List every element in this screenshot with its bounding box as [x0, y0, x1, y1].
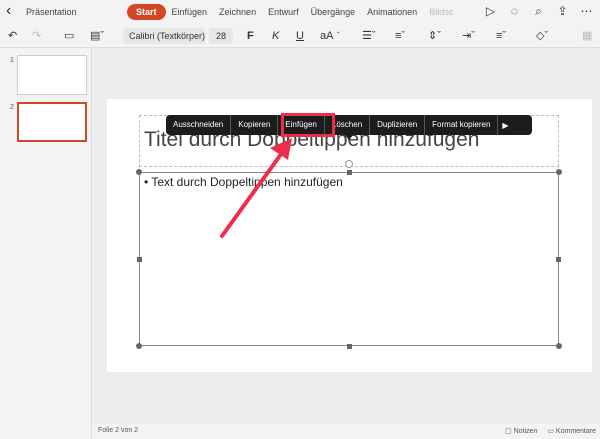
bullet-list-icon[interactable]: ☰ˇ [362, 28, 376, 44]
bold-button[interactable]: F [247, 28, 254, 44]
font-name-field[interactable]: Calibri (Textkörper) [123, 28, 205, 44]
resize-handle[interactable] [136, 343, 142, 349]
menu-more-arrow-icon[interactable]: ▶ [498, 121, 512, 130]
comments-label: Kommentare [555, 428, 596, 435]
comments-button[interactable]: ▭ Kommentare [547, 427, 596, 435]
status-actions: ▢ Notizen ▭ Kommentare [505, 427, 596, 435]
text-case-button[interactable]: aA [320, 28, 333, 44]
undo-icon[interactable]: ↶ [8, 28, 17, 44]
menu-item-format-kopieren[interactable]: Format kopieren [425, 115, 497, 135]
layout-icon[interactable]: ▤ˇ [90, 28, 104, 44]
tab-entwurf[interactable]: Entwurf [262, 4, 305, 20]
tab-einfuegen[interactable]: Einfügen [166, 4, 214, 20]
tab-bildschirm[interactable]: Bildsc [423, 4, 459, 20]
body-placeholder-text: • Text durch Doppeltippen hinzufügen [144, 175, 343, 189]
context-menu-caret [345, 135, 353, 140]
resize-handle[interactable] [136, 169, 142, 175]
slide-thumbnails: 1 2 [0, 48, 92, 439]
menu-item-kopieren[interactable]: Kopieren [231, 115, 277, 135]
highlight-box [281, 113, 335, 137]
slide-thumbnail-2[interactable] [17, 102, 87, 142]
slide-number: 2 [10, 104, 14, 111]
menu-item-duplizieren[interactable]: Duplizieren [370, 115, 424, 135]
rotate-handle[interactable] [345, 160, 353, 168]
status-bar: Folie 2 von 2 ▢ Notizen ▭ Kommentare [93, 424, 600, 439]
italic-button[interactable]: K [272, 28, 279, 44]
slide-thumbnail-1[interactable] [17, 55, 87, 95]
resize-handle[interactable] [347, 344, 352, 349]
search-icon[interactable]: ⌕ [531, 3, 546, 19]
tab-zeichnen[interactable]: Zeichnen [213, 4, 262, 20]
top-icons: ▷ ◌ ⌕ ⇪ ⋯ [483, 3, 594, 19]
line-spacing-icon[interactable]: ⇕ˇ [428, 28, 441, 44]
menu-item-ausschneiden[interactable]: Ausschneiden [166, 115, 230, 135]
notes-label: Notizen [513, 428, 538, 435]
resize-handle[interactable] [137, 257, 142, 262]
resize-handle[interactable] [347, 170, 352, 175]
context-menu: Ausschneiden Kopieren Einfügen Löschen D… [166, 115, 532, 135]
lightbulb-icon[interactable]: ◌ [507, 3, 522, 19]
more-icon[interactable]: ⋯ [579, 3, 594, 19]
new-slide-icon[interactable]: ▭ [64, 28, 74, 44]
title-bar: ‹ Präsentation Start Einfügen Zeichnen E… [0, 0, 600, 24]
tab-uebergaenge[interactable]: Übergänge [305, 4, 362, 20]
play-icon[interactable]: ▷ [483, 3, 498, 19]
resize-handle[interactable] [556, 169, 562, 175]
chevron-down-icon[interactable]: ˇ [337, 28, 340, 44]
document-title[interactable]: Präsentation [26, 7, 77, 17]
redo-icon: ↷ [32, 30, 42, 42]
indent-icon[interactable]: ⇥ˇ [462, 28, 475, 44]
resize-handle[interactable] [556, 343, 562, 349]
underline-button[interactable]: U [296, 28, 304, 44]
ribbon-tabs: Start Einfügen Zeichnen Entwurf Übergäng… [127, 4, 459, 20]
notes-button[interactable]: ▢ Notizen [505, 427, 537, 435]
body-placeholder[interactable] [139, 172, 559, 346]
tab-animationen[interactable]: Animationen [361, 4, 423, 20]
tab-start[interactable]: Start [127, 4, 166, 20]
more-tools-icon: ▦ [582, 30, 593, 42]
share-icon[interactable]: ⇪ [555, 3, 570, 19]
shapes-icon[interactable]: ◇ˇ [536, 28, 548, 44]
ribbon-toolbar: ↶ ↷ ▭ ▤ˇ Calibri (Textkörper) 28 F K U a… [0, 24, 600, 48]
slide-count: Folie 2 von 2 [98, 427, 139, 434]
align-icon[interactable]: ≡ˇ [496, 28, 506, 44]
font-size-field[interactable]: 28 [209, 28, 233, 44]
slide-number: 1 [10, 57, 14, 64]
resize-handle[interactable] [556, 257, 561, 262]
chevron-left-icon[interactable]: ‹ [6, 3, 11, 19]
numbered-list-icon[interactable]: ≡ˇ [395, 28, 405, 44]
